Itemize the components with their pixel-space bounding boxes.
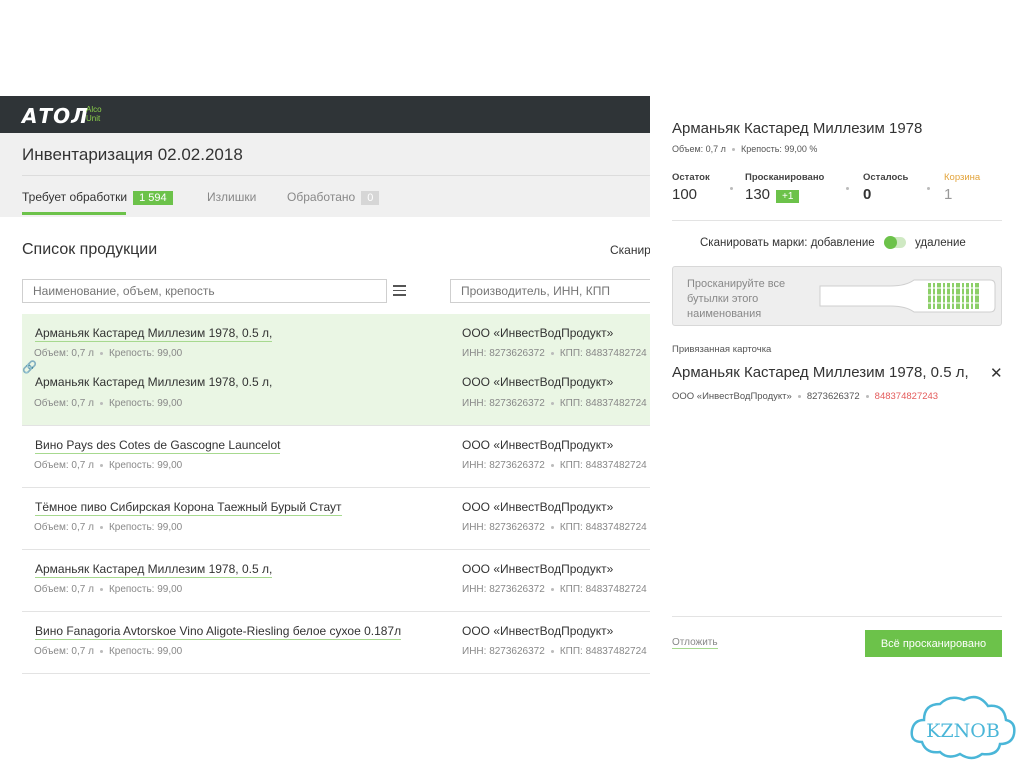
table-row[interactable]: Арманьяк Кастаред Миллезим 1978, 0.5 л, …: [22, 314, 650, 365]
product-name[interactable]: Тёмное пиво Сибирская Корона Таежный Бур…: [35, 500, 342, 516]
stat-cart[interactable]: Корзина 1: [944, 172, 980, 203]
product-name[interactable]: Арманьяк Кастаред Миллезим 1978, 0.5 л,: [35, 562, 273, 578]
stat-separator: [846, 187, 849, 190]
count-badge: 0: [361, 191, 380, 205]
kznob-watermark-logo: KZNOB: [910, 695, 1016, 760]
menu-icon[interactable]: [393, 285, 406, 296]
product-meta: Объем: 0,7 л Крепость: 99,00: [34, 398, 183, 409]
panel-subtitle: Объем: 0,7 л Крепость: 99,00 %: [672, 144, 818, 154]
stat-left: Осталось 0: [863, 172, 909, 203]
scan-link[interactable]: Сканир: [610, 243, 651, 257]
product-detail-panel: Арманьяк Кастаред Миллезим 1978 Объем: 0…: [650, 96, 1024, 672]
tab-surplus[interactable]: Излишки: [207, 190, 256, 204]
vendor-meta: ИНН: 8273626372 КПП: 84837482724: [462, 646, 647, 657]
scanned-delta-badge: +1: [776, 190, 800, 203]
scan-mode-add-label[interactable]: добавление: [811, 237, 875, 249]
scan-mode-toggle[interactable]: [883, 236, 906, 250]
product-name[interactable]: Арманьяк Кастаред Миллезим 1978, 0.5 л,: [35, 375, 272, 390]
vendor-meta: ИНН: 8273626372 КПП: 84837482724: [462, 348, 647, 359]
product-meta: Объем: 0,7 л Крепость: 99,00: [34, 646, 183, 657]
page-title: Инвентаризация 02.02.2018: [22, 145, 243, 164]
divider: [672, 220, 1002, 221]
product-list-title: Список продукции: [22, 241, 158, 258]
all-scanned-button[interactable]: Всё просканировано: [865, 630, 1002, 657]
product-name[interactable]: Вино Pays des Cotes de Gascogne Launcelo…: [35, 438, 281, 454]
stat-separator: [730, 187, 733, 190]
tab-needs-processing[interactable]: Требует обработки 1 594: [22, 190, 173, 205]
postpone-link[interactable]: Отложить: [672, 637, 718, 649]
table-row[interactable]: Вино Pays des Cotes de Gascogne Launcelo…: [22, 426, 650, 488]
product-meta: Объем: 0,7 л Крепость: 99,00: [34, 348, 183, 359]
logo-subtitle: Alco Unit: [86, 105, 102, 123]
scan-hint: Просканируйте все бутылки этого наименов…: [687, 278, 786, 320]
tab-processed[interactable]: Обработано 0: [287, 190, 380, 205]
product-table: Арманьяк Кастаред Миллезим 1978, 0.5 л, …: [22, 314, 650, 674]
product-meta: Объем: 0,7 л Крепость: 99,00: [34, 460, 183, 471]
vendor-meta: ИНН: 8273626372 КПП: 84837482724: [462, 584, 647, 595]
product-meta: Объем: 0,7 л Крепость: 99,00: [34, 522, 183, 533]
svg-text:KZNOB: KZNOB: [926, 720, 1000, 742]
vendor-meta: ИНН: 8273626372 КПП: 84837482724: [462, 398, 647, 409]
vendor-name: ООО «ИнвестВодПродукт»: [462, 375, 614, 389]
product-name[interactable]: Арманьяк Кастаред Миллезим 1978, 0.5 л,: [35, 326, 273, 342]
count-badge: 1 594: [133, 191, 173, 205]
scan-mode-remove-label[interactable]: удаление: [915, 237, 966, 249]
attached-card-label: Привязанная карточка: [672, 344, 772, 355]
vendor-meta: ИНН: 8273626372 КПП: 84837482724: [462, 460, 647, 471]
table-row[interactable]: Арманьяк Кастаред Миллезим 1978, 0.5 л, …: [22, 550, 650, 612]
table-row[interactable]: Арманьяк Кастаред Миллезим 1978, 0.5 л, …: [22, 365, 650, 416]
scan-prompt-box: Просканируйте все бутылки этого наименов…: [672, 266, 1002, 326]
vendor-name: ООО «ИнвестВодПродукт»: [462, 624, 614, 638]
inventory-app: АТОЛ Alco Unit Инвентаризация 02.02.2018 …: [0, 96, 651, 768]
scan-mode-control: Сканировать марки: добавление удаление: [700, 236, 966, 250]
atol-logo: АТОЛ: [22, 104, 89, 128]
vendor-name: ООО «ИнвестВодПродукт»: [462, 500, 614, 514]
table-row[interactable]: Вино Fanagoria Avtorskoe Vino Aligote-Ri…: [22, 612, 650, 674]
product-name[interactable]: Вино Fanagoria Avtorskoe Vino Aligote-Ri…: [35, 624, 402, 640]
table-row-group[interactable]: Арманьяк Кастаред Миллезим 1978, 0.5 л, …: [22, 314, 650, 426]
vendor-name: ООО «ИнвестВодПродукт»: [462, 562, 614, 576]
top-bar: АТОЛ Alco Unit: [0, 96, 650, 133]
stat-scanned: Просканировано 130 +1: [745, 172, 825, 203]
close-icon[interactable]: ✕: [990, 364, 1003, 382]
vendor-name: ООО «ИнвестВодПродукт»: [462, 438, 614, 452]
panel-title: Арманьяк Кастаред Миллезим 1978: [672, 120, 923, 137]
active-tab-indicator: [22, 212, 126, 215]
divider: [22, 175, 650, 176]
vendor-name: ООО «ИнвестВодПродукт»: [462, 326, 614, 340]
vendor-search-input[interactable]: [450, 279, 650, 303]
table-row[interactable]: Тёмное пиво Сибирская Корона Таежный Бур…: [22, 488, 650, 550]
product-search-input[interactable]: [22, 279, 387, 303]
stat-separator: [927, 187, 930, 190]
page-header: Инвентаризация 02.02.2018 Требует обрабо…: [0, 133, 650, 217]
attached-card-name: Арманьяк Кастаред Миллезим 1978, 0.5 л,: [672, 364, 969, 381]
attached-card-meta: ООО «ИнвестВодПродукт» 8273626372 84837482…: [672, 391, 939, 402]
vendor-meta: ИНН: 8273626372 КПП: 84837482724: [462, 522, 647, 533]
product-meta: Объем: 0,7 л Крепость: 99,00: [34, 584, 183, 595]
divider: [672, 616, 1002, 617]
stat-remaining: Остаток 100: [672, 172, 710, 203]
bottle-barcode-icon: [819, 279, 996, 313]
